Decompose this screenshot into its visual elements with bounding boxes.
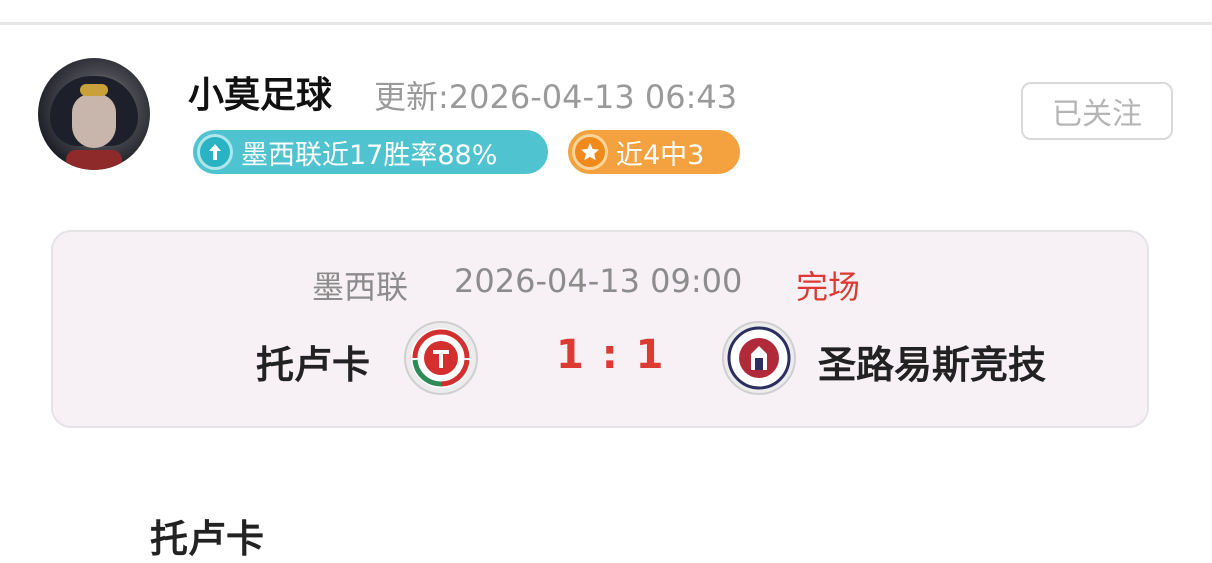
away-team-name[interactable]: 圣路易斯竞技 (818, 334, 1046, 389)
star-icon (572, 134, 608, 170)
win-rate-badge: 墨西联近17胜率88% (193, 130, 548, 174)
top-divider (0, 22, 1212, 25)
hit-rate-badge: 近4中3 (568, 130, 740, 174)
win-rate-text: 墨西联近17胜率88% (241, 139, 498, 171)
league-name: 墨西联 (312, 268, 409, 306)
avatar[interactable] (38, 58, 150, 170)
kickoff-time: 2026-04-13 09:00 (454, 262, 743, 300)
update-time: 更新:2026-04-13 06:43 (374, 78, 738, 116)
section-title: 托卢卡 (150, 517, 265, 561)
toluca-crest-icon[interactable] (403, 320, 479, 396)
follow-button[interactable]: 已关注 (1021, 82, 1173, 140)
home-team-name[interactable]: 托卢卡 (256, 334, 370, 389)
author-name[interactable]: 小莫足球 (188, 66, 332, 118)
score: 1 : 1 (556, 332, 666, 378)
arrow-up-icon (197, 134, 233, 170)
atletico-san-luis-crest-icon[interactable] (721, 320, 797, 396)
hit-rate-text: 近4中3 (616, 139, 705, 171)
match-card[interactable] (51, 230, 1149, 428)
match-status: 完场 (796, 268, 861, 306)
